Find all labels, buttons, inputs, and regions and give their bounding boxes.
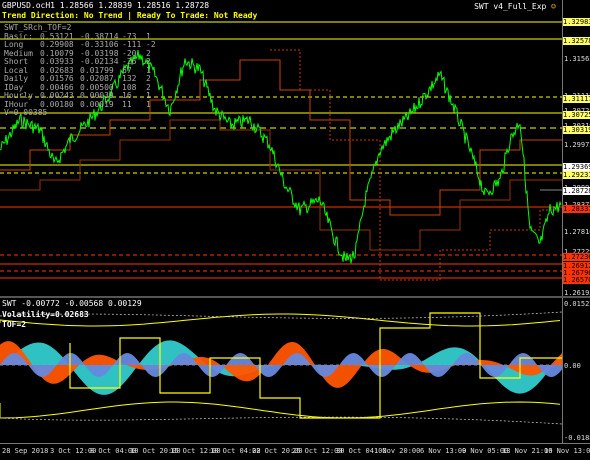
price-level-tag: 1.29231 — [563, 171, 590, 179]
price-chart-pane[interactable]: GBPUSD.ocH1 1.28566 1.28839 1.28516 1.28… — [0, 0, 562, 296]
time-tick: 6 Nov 13:00 — [420, 447, 467, 455]
price-scale[interactable]: 1.320831.315651.311171.307251.303191.299… — [562, 0, 590, 297]
time-axis[interactable]: 28 Sep 2018 3 Oct 12:00 8 Oct 04:00 10 Oct … — [0, 443, 590, 460]
support-step-line — [0, 119, 562, 251]
vol-text: V=0.00385 — [4, 108, 48, 117]
indicator-scale-top: 0.01522 — [564, 300, 590, 308]
price-level-tag: 1.26570 — [563, 276, 590, 284]
price-label: 1.29972 — [564, 141, 590, 149]
price-level-tag: 1.27236 — [563, 253, 590, 261]
time-tick: 1 Nov 20:00 — [374, 447, 421, 455]
tof-label: TOF=2 — [2, 320, 27, 329]
indicator-pane[interactable]: SWT -0.00772 -0.00568 0.00129 Volatility… — [0, 298, 562, 443]
indicator-scale-bottom: -0.0188 — [564, 434, 590, 442]
price-level-tag: 1.32578 — [563, 37, 590, 45]
outer-lower-dotted — [0, 416, 562, 425]
indicator-scale[interactable]: 0.01522 0.00 -0.0188 — [562, 298, 590, 443]
stats-cell: 11 — [122, 99, 132, 109]
price-level-tag: 1.28337 — [563, 205, 590, 213]
symbol-header: GBPUSD.ocH1 1.28566 1.28839 1.28516 1.28… — [2, 1, 210, 10]
ea-name: SWT v4_Full_Exp — [474, 2, 547, 11]
time-tick: 16 Nov 13:00 — [544, 447, 590, 455]
time-tick: 25 Oct 12:00 — [292, 447, 343, 455]
stats-cell: 1 — [146, 99, 151, 109]
indicator-scale-mid: 0.00 — [564, 362, 581, 370]
indicator-title: SWT -0.00772 -0.00568 0.00129 — [2, 299, 142, 308]
price-level-tag: 1.31117 — [563, 95, 590, 103]
stats-table: SWT_SRch_TOF=2 Basic: 0.53121 -0.38714 -73 1… — [4, 23, 156, 118]
price-level-tag: 1.30319 — [563, 126, 590, 134]
volatility-label: Volatility=0.02683 — [2, 310, 89, 319]
trend-status-line: Trend Direction: No Trend | Ready To Tra… — [2, 11, 258, 20]
lower-band — [0, 401, 561, 419]
vol-line: V=0.00385 — [4, 108, 156, 118]
price-label: 1.31565 — [564, 55, 590, 63]
price-label: 1.27816 — [564, 228, 590, 236]
time-tick: 28 Sep 2018 — [2, 447, 49, 455]
smiley-icon: ☺ — [551, 2, 556, 11]
indicator-canvas[interactable] — [0, 298, 562, 443]
price-level-tag: 1.32983 — [563, 18, 590, 26]
price-level-tag: 1.28728 — [563, 187, 590, 195]
expert-advisor-label[interactable]: SWT v4_Full_Exp ☺ — [474, 2, 556, 11]
price-level-tag: 1.29369 — [563, 163, 590, 171]
price-level-tag: 1.30725 — [563, 111, 590, 119]
stats-cell: 0.00019 — [80, 99, 114, 109]
